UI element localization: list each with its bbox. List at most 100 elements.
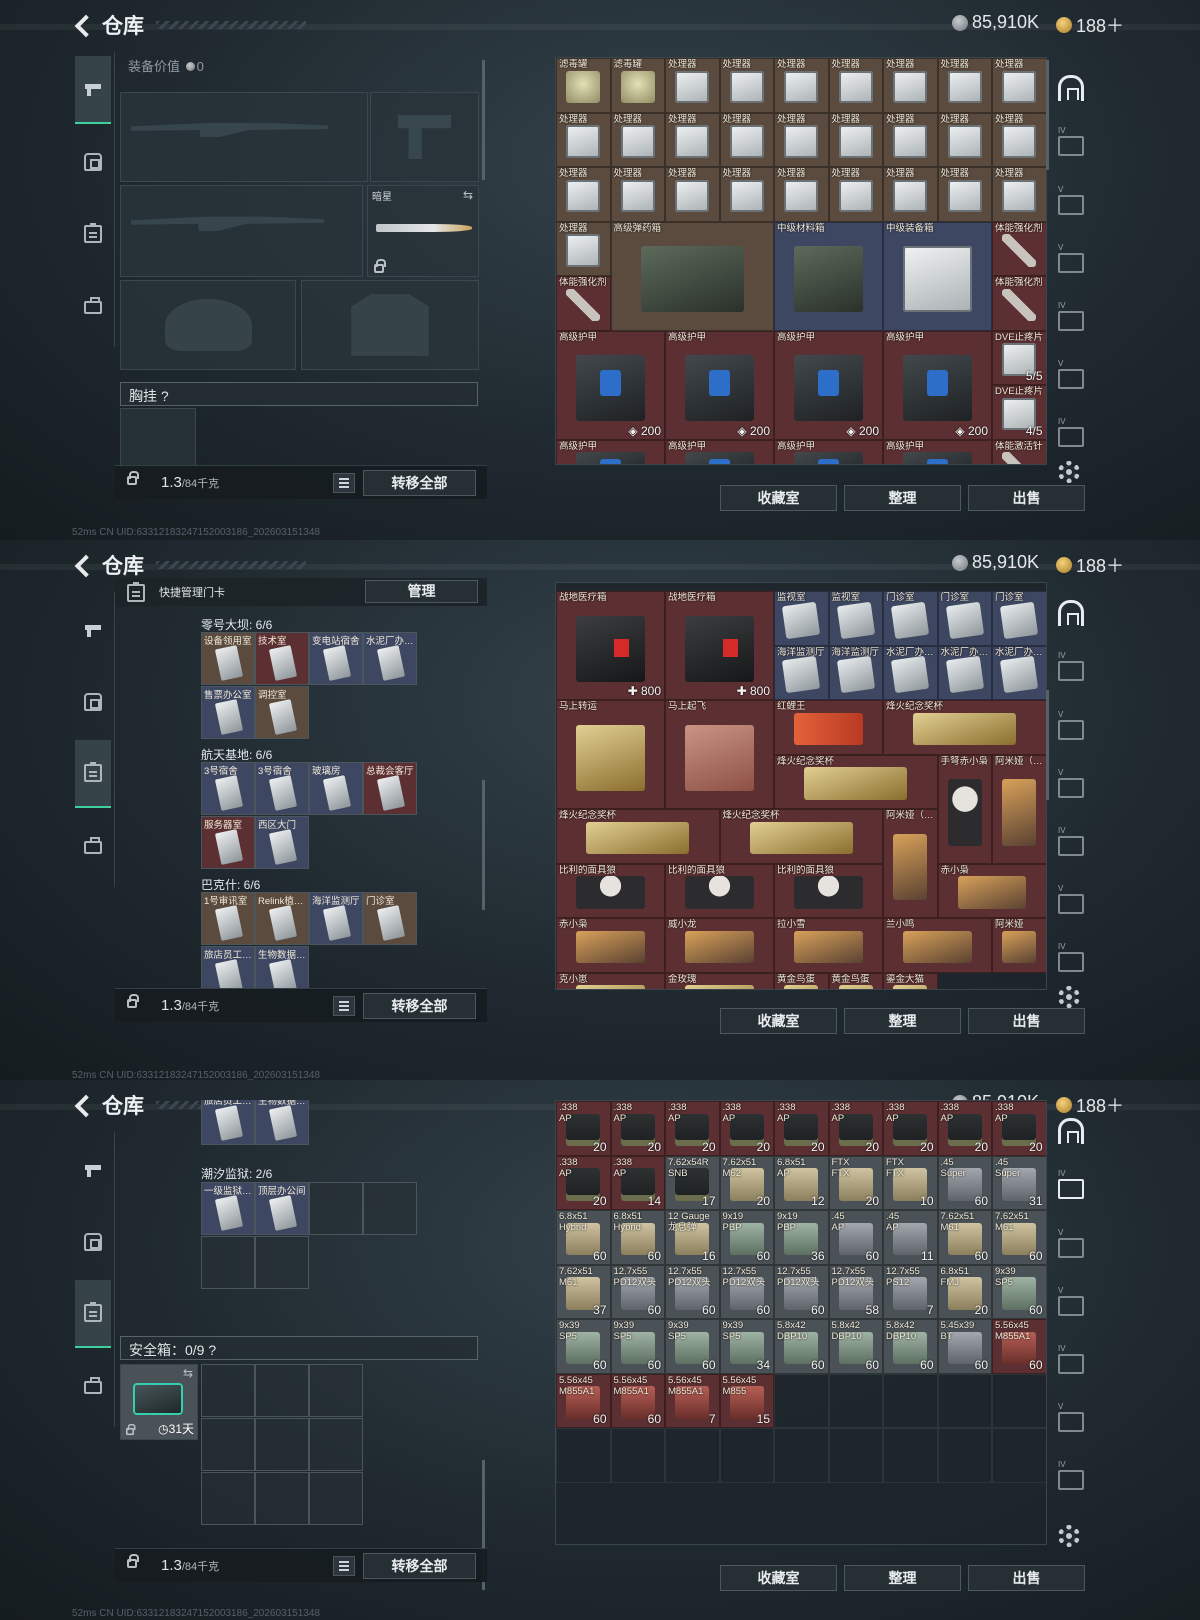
home-icon[interactable] — [1058, 600, 1084, 626]
item-cell[interactable]: .338 AP 20 — [665, 1101, 720, 1156]
item-cell[interactable]: 6.8x51 Hybrid 60 — [556, 1210, 611, 1265]
keycard-slot[interactable] — [201, 1364, 255, 1417]
keycard-slot[interactable]: 1号审讯室 — [201, 892, 255, 945]
gold-currency[interactable]: 188＋ — [1056, 552, 1124, 578]
stash-box-icon[interactable]: IV — [1058, 301, 1084, 331]
item-cell[interactable]: 处理器 — [719, 58, 774, 113]
item-cell[interactable]: 处理器 — [828, 112, 883, 167]
item-cell[interactable]: 体能激活针 — [992, 439, 1046, 464]
item-cell[interactable]: 滤毒罐 — [610, 58, 665, 113]
keycard-slot[interactable] — [255, 1472, 309, 1525]
stash-box-icon[interactable]: V — [1058, 1286, 1084, 1316]
item-cell[interactable]: .338 AP 20 — [719, 1101, 774, 1156]
item-cell[interactable]: FTX FTX 20 — [828, 1155, 883, 1210]
item-cell[interactable]: 9x39 SP5 34 — [719, 1319, 774, 1374]
item-cell[interactable]: 水泥厂办… — [883, 645, 938, 701]
item-cell[interactable]: 5.8x42 DBP10 60 — [774, 1319, 829, 1374]
item-cell[interactable]: 处理器 — [828, 58, 883, 113]
item-cell[interactable]: 处理器 — [937, 112, 992, 167]
item-cell[interactable]: 7.62x51 M61 37 — [556, 1264, 611, 1319]
keycard-slot[interactable]: 调控室 — [255, 686, 309, 739]
keycard-slot[interactable] — [255, 1236, 309, 1289]
item-cell[interactable]: 阿米娅（… — [992, 754, 1046, 864]
manage-button[interactable]: 管理 — [365, 580, 478, 603]
item-cell[interactable]: 9x19 PBP 60 — [719, 1210, 774, 1265]
scrollbar[interactable] — [1046, 60, 1049, 170]
item-cell[interactable]: 高级护甲 — [774, 439, 883, 464]
tab-weapons[interactable] — [75, 596, 111, 664]
tab-weapons[interactable] — [75, 1136, 111, 1204]
item-cell[interactable]: 处理器 — [719, 167, 774, 222]
item-cell[interactable]: 比利的面具狼 — [774, 863, 883, 919]
keycard-slot[interactable] — [363, 1182, 417, 1235]
tab-armor[interactable] — [75, 128, 111, 196]
item-cell[interactable]: 红鲤王 — [774, 700, 883, 755]
item-cell[interactable]: 处理器 — [665, 112, 720, 167]
keycard-slot[interactable]: 技术室 — [255, 632, 309, 685]
keycard-slot[interactable]: 旅店员工… — [201, 1100, 255, 1145]
item-cell[interactable]: 拉小雪 — [774, 918, 883, 973]
item-cell[interactable]: 监视室 — [774, 591, 829, 646]
item-cell[interactable]: 门诊室 — [992, 591, 1046, 646]
sort-button[interactable]: 整理 — [844, 1008, 961, 1034]
item-cell[interactable]: 克小崽 — [556, 972, 665, 989]
item-cell[interactable]: 5.8x42 DBP10 60 — [883, 1319, 938, 1374]
swap-icon[interactable]: ⇆ — [183, 1366, 193, 1380]
stash-grid[interactable]: .338 AP 20.338 AP 20.338 AP 20.338 AP 20.338… — [555, 1100, 1047, 1545]
gold-currency[interactable]: 188＋ — [1056, 12, 1124, 38]
list-view-button[interactable] — [333, 996, 355, 1016]
item-cell[interactable]: 5.56x45 M855A1 7 — [665, 1373, 720, 1428]
item-cell[interactable]: .338 AP 14 — [610, 1155, 665, 1210]
keycard-slot[interactable]: 生物数据… — [255, 1100, 309, 1145]
item-cell[interactable]: 烽火纪念奖杯 — [556, 809, 720, 864]
lock-icon[interactable] — [127, 994, 139, 1008]
stash-grid[interactable]: 战地医疗箱 ✚ 800 战地医疗箱 ✚ 800 监视室 监视室 门诊室 门诊室 门诊室 海洋监测厅… — [555, 582, 1047, 990]
item-cell[interactable]: 处理器 — [774, 58, 829, 113]
item-cell[interactable]: 12.7x55 PS12 7 — [883, 1264, 938, 1319]
sort-button[interactable]: 整理 — [844, 1565, 961, 1591]
item-cell[interactable]: 处理器 — [665, 58, 720, 113]
item-cell[interactable]: FTX FTX 10 — [883, 1155, 938, 1210]
empty-cell[interactable] — [610, 1428, 665, 1483]
gear-icon[interactable] — [1058, 461, 1080, 483]
keycard-slot[interactable]: 变电站宿舍 — [309, 632, 363, 685]
pistol-slot[interactable] — [370, 92, 479, 182]
item-cell[interactable]: 9x39 SP5 60 — [992, 1264, 1046, 1319]
stash-box-icon[interactable]: IV — [1058, 1169, 1084, 1199]
item-cell[interactable]: .45 Super 31 — [992, 1155, 1046, 1210]
stash-box-icon[interactable]: V — [1058, 768, 1084, 798]
transfer-all-button[interactable]: 转移全部 — [363, 470, 476, 496]
item-cell[interactable]: 12.7x55 PD12双头 58 — [828, 1264, 883, 1319]
item-cell[interactable]: 黄金鸟蛋 — [774, 972, 829, 989]
item-cell[interactable]: 处理器 — [883, 58, 938, 113]
item-cell[interactable]: .338 AP 20 — [883, 1101, 938, 1156]
keycard-slot[interactable]: 西区大门 — [255, 816, 309, 869]
stash-grid[interactable]: 滤毒罐 滤毒罐 处理器 处理器 处理器 处理器 处理器 处理器 处理器 处理器 处理器 处理器 处理器处… — [555, 57, 1047, 465]
item-cell[interactable]: 5.8x42 DBP10 60 — [828, 1319, 883, 1374]
item-cell[interactable]: .338 AP 20 — [610, 1101, 665, 1156]
item-cell[interactable]: 烽火纪念奖杯 — [883, 700, 1046, 755]
item-cell[interactable]: 处理器 — [610, 112, 665, 167]
empty-cell[interactable] — [883, 1428, 938, 1483]
item-cell[interactable]: .338 AP 20 — [992, 1101, 1046, 1156]
keycard-slot[interactable]: 顶层办公间 — [255, 1182, 309, 1235]
collection-room-button[interactable]: 收藏室 — [720, 1008, 837, 1034]
help-icon[interactable]: ? — [161, 388, 169, 404]
item-cell[interactable]: .338 AP 20 — [937, 1101, 992, 1156]
empty-cell[interactable] — [992, 1428, 1046, 1483]
keycard-slot[interactable]: 海洋监测厅 — [309, 892, 363, 945]
keycard-slot[interactable] — [201, 1418, 255, 1471]
keycard-slot[interactable]: 服务器室 — [201, 816, 255, 869]
item-cell[interactable]: 5.56x45 M855 15 — [719, 1373, 774, 1428]
item-cell[interactable]: 手弩赤小枭 — [937, 754, 992, 864]
item-cell[interactable]: 阿米娅 — [992, 918, 1046, 973]
item-cell[interactable]: 12.7x55 PD12双头 60 — [774, 1264, 829, 1319]
safe-box-slot[interactable]: ⇆ ◷31天 — [120, 1364, 198, 1440]
item-cell[interactable]: 7.62x51 M61 60 — [992, 1210, 1046, 1265]
collection-room-button[interactable]: 收藏室 — [720, 485, 837, 511]
item-cell[interactable]: 战地医疗箱 ✚ 800 — [665, 591, 774, 701]
empty-cell[interactable] — [828, 1428, 883, 1483]
item-cell[interactable]: 处理器 — [610, 167, 665, 222]
item-cell[interactable]: 水泥厂办… — [937, 645, 992, 701]
swap-icon[interactable]: ⇆ — [463, 188, 473, 202]
